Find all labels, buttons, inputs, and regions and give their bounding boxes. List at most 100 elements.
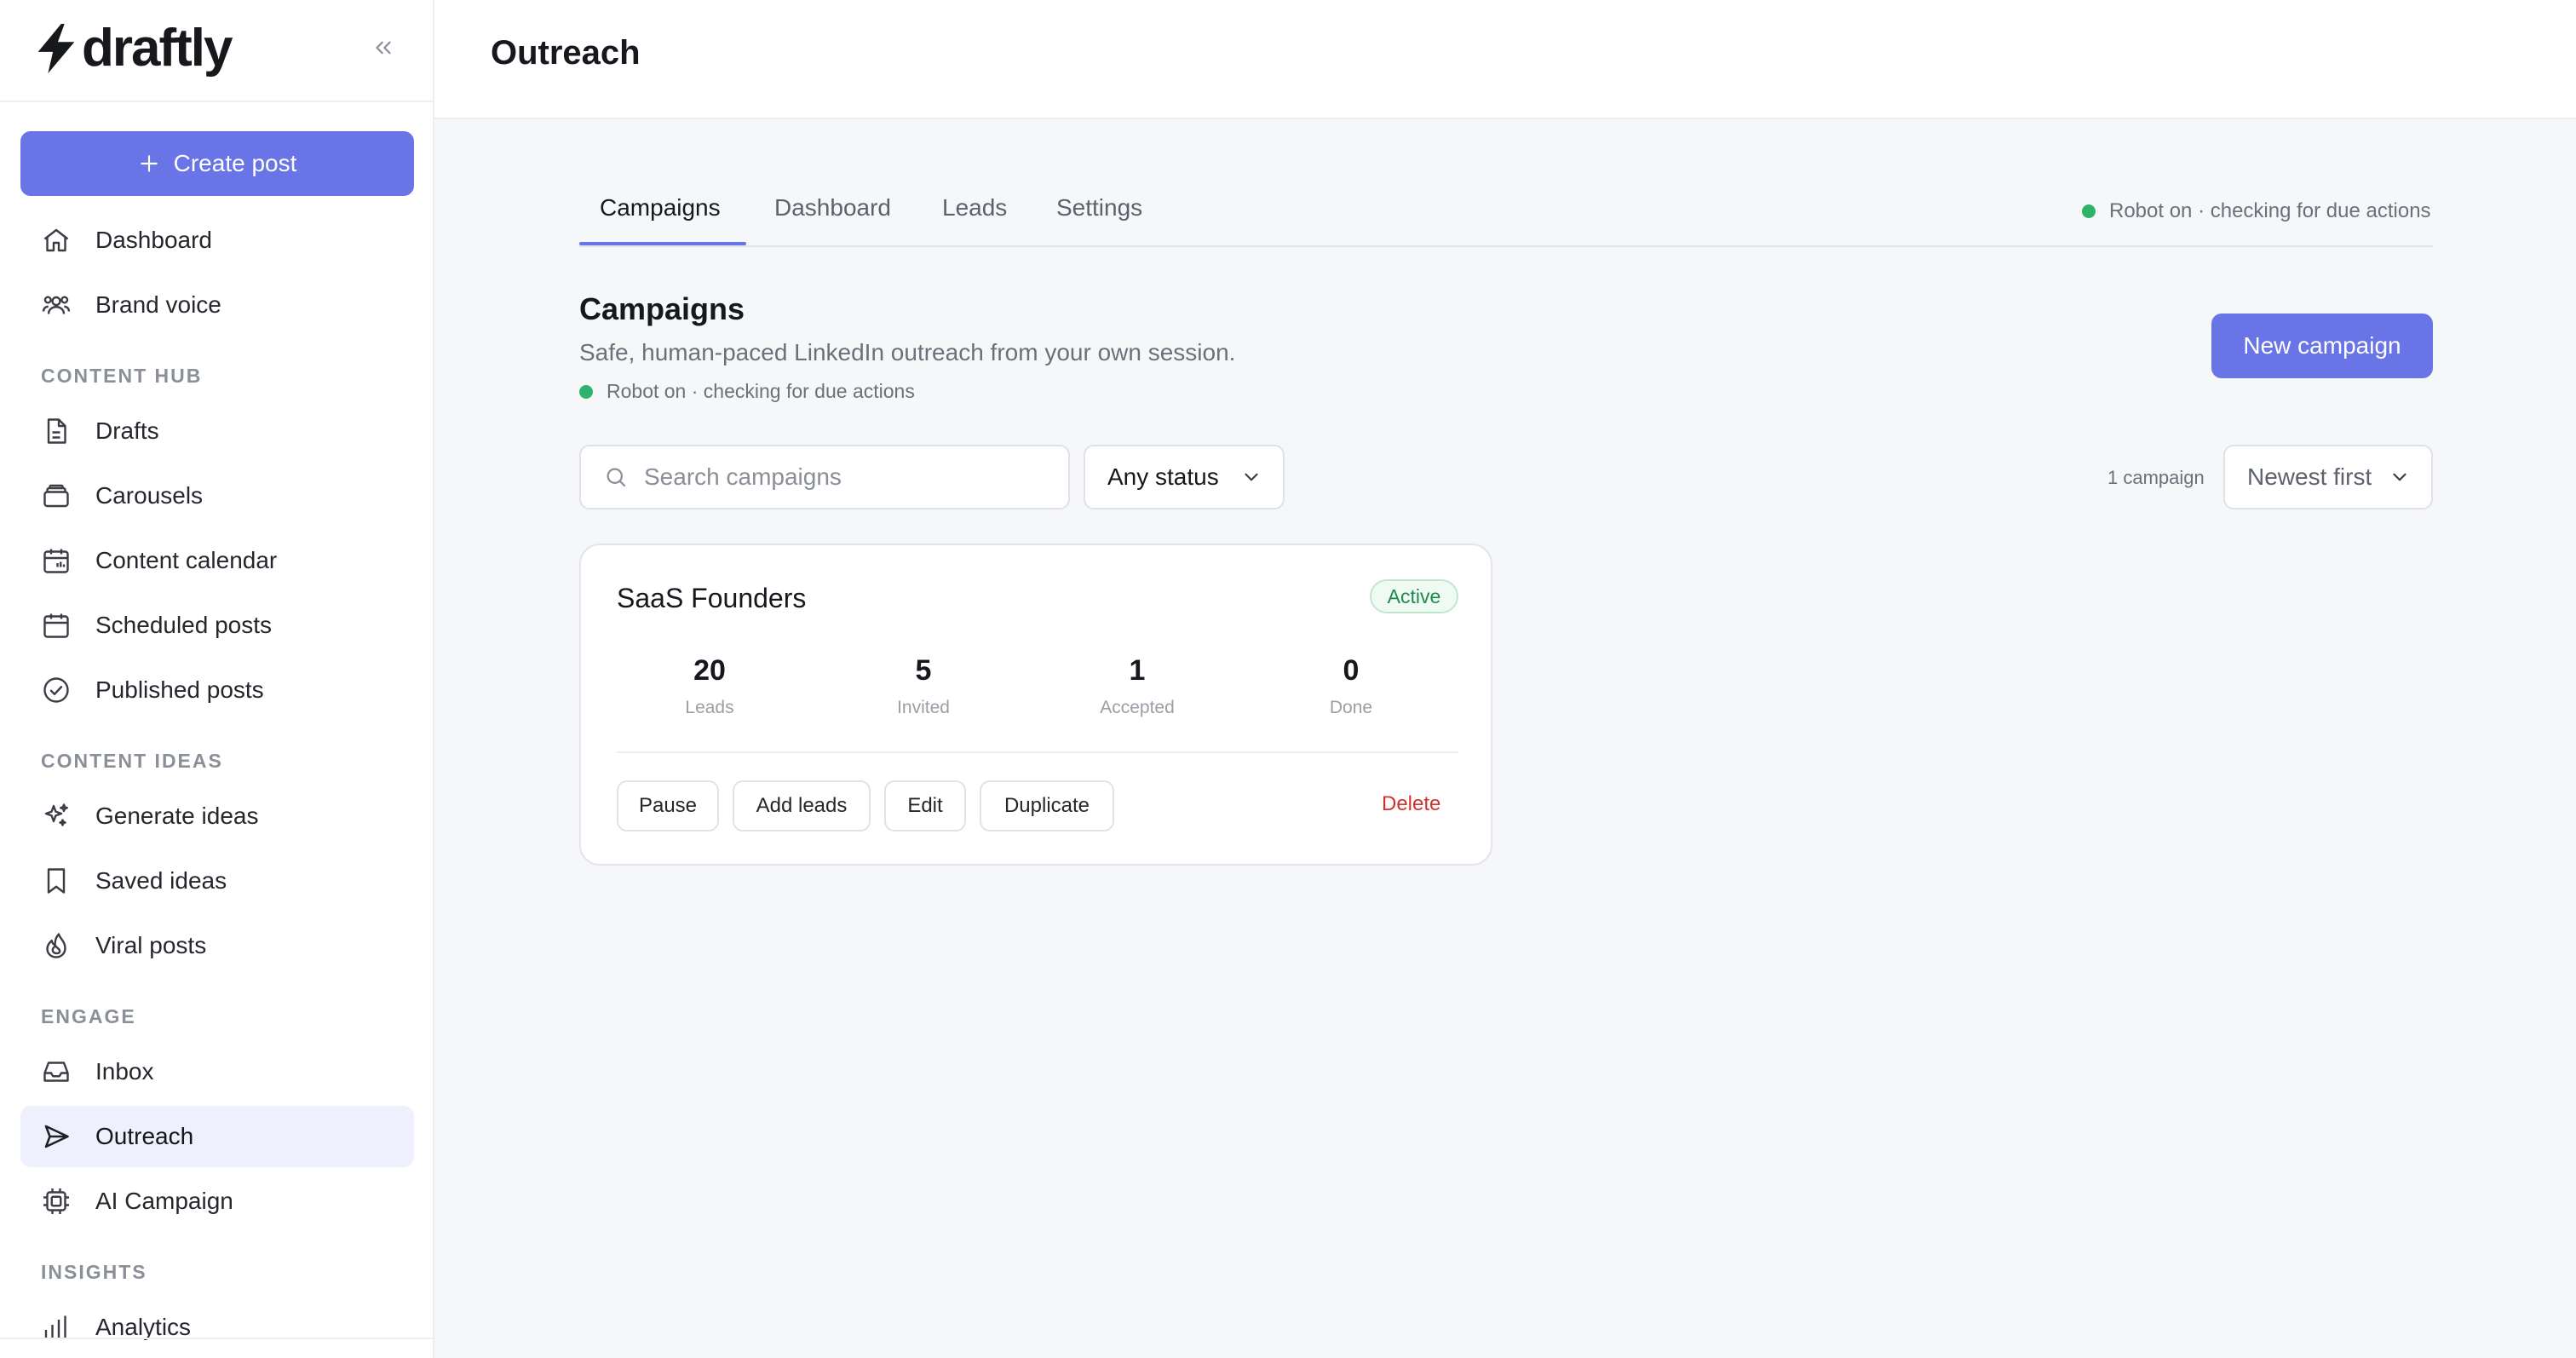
status-filter-value: Any status: [1107, 463, 1219, 490]
sidebar-item-generate-ideas[interactable]: Generate ideas: [20, 785, 414, 847]
stat-value: 20: [693, 654, 726, 687]
sidebar-item-label: Scheduled posts: [95, 612, 273, 638]
sidebar-item-carousels[interactable]: Carousels: [20, 465, 414, 527]
logo[interactable]: draftly: [32, 19, 233, 78]
section-label-content-hub: CONTENT HUB: [41, 365, 203, 387]
calendar-grid-icon: [39, 544, 73, 578]
search-icon: [607, 468, 626, 487]
section-label-content-ideas: CONTENT IDEAS: [41, 750, 223, 772]
sidebar-item-published-posts[interactable]: Published posts: [20, 659, 414, 721]
card-divider: [617, 751, 1458, 753]
campaign-name[interactable]: SaaS Founders: [617, 583, 806, 614]
search-campaigns-field[interactable]: [579, 445, 1070, 509]
top-header: Outreach: [434, 0, 2576, 119]
campaigns-heading: Campaigns: [579, 291, 745, 326]
sidebar-item-label: Drafts: [95, 417, 159, 444]
edit-button[interactable]: Edit: [884, 780, 966, 831]
stat-value: 1: [1129, 654, 1146, 687]
new-campaign-button[interactable]: New campaign: [2211, 314, 2433, 378]
tab-dashboard[interactable]: Dashboard: [774, 194, 891, 245]
sidebar-item-label: Saved ideas: [95, 867, 227, 894]
add-leads-button[interactable]: Add leads: [733, 780, 871, 831]
send-icon: [39, 1119, 73, 1154]
inbox-icon: [39, 1055, 73, 1089]
robot-status-text: Robot on · checking for due actions: [607, 380, 915, 402]
sidebar-item-ai-campaign[interactable]: AI Campaign: [20, 1171, 414, 1232]
stat-accepted: 1 Accepted: [1044, 654, 1231, 718]
robot-status: Robot on · checking for due actions: [2082, 199, 2431, 223]
document-icon: [39, 414, 73, 448]
sidebar-divider: [0, 1338, 433, 1339]
page-title: Outreach: [491, 34, 641, 72]
chevron-down-icon: [2393, 473, 2406, 481]
create-post-label: Create post: [173, 150, 297, 176]
sidebar-item-scheduled-posts[interactable]: Scheduled posts: [20, 595, 414, 656]
sidebar-item-brand-voice[interactable]: Brand voice: [20, 274, 414, 336]
stat-done: 0 Done: [1257, 654, 1445, 718]
section-label-engage: ENGAGE: [41, 1005, 136, 1027]
active-tab-indicator: [579, 242, 746, 245]
plus-icon: [140, 155, 158, 172]
sidebar-item-label: Generate ideas: [95, 803, 259, 829]
robot-status-text: Robot on · checking for due actions: [2109, 199, 2431, 222]
layers-icon: [39, 479, 73, 513]
check-circle-icon: [39, 673, 73, 707]
sidebar-item-content-calendar[interactable]: Content calendar: [20, 530, 414, 591]
home-icon: [39, 223, 73, 257]
search-input[interactable]: [644, 463, 1044, 491]
sidebar-item-label: AI Campaign: [95, 1188, 233, 1214]
bar-chart-icon: [39, 1310, 73, 1344]
lightning-bolt-icon: [37, 23, 75, 74]
tab-leads[interactable]: Leads: [942, 194, 1007, 245]
chevrons-left-icon: [376, 41, 391, 55]
bookmark-icon: [39, 864, 73, 898]
campaigns-subtitle: Safe, human-paced LinkedIn outreach from…: [579, 339, 1236, 365]
sparkles-icon: [39, 799, 73, 833]
chip-icon: [39, 1184, 73, 1218]
create-post-button[interactable]: Create post: [20, 131, 414, 196]
sidebar-item-dashboard[interactable]: Dashboard: [20, 210, 414, 271]
calendar-icon: [39, 608, 73, 642]
collapse-sidebar-button[interactable]: [368, 32, 399, 63]
sidebar-item-outreach[interactable]: Outreach: [20, 1106, 414, 1167]
chevron-down-icon: [1245, 473, 1258, 481]
tab-bar: Campaigns Dashboard Leads Settings Robot…: [579, 170, 2433, 247]
sidebar-item-label: Viral posts: [95, 932, 207, 958]
status-dot: [2082, 204, 2096, 218]
sort-select[interactable]: Newest first: [2223, 445, 2433, 509]
sidebar-item-label: Inbox: [95, 1058, 154, 1085]
sidebar-item-drafts[interactable]: Drafts: [20, 400, 414, 462]
stat-leads: 20 Leads: [616, 654, 803, 718]
stat-value: 5: [915, 654, 932, 687]
sidebar-item-analytics[interactable]: Analytics: [20, 1297, 414, 1358]
delete-button[interactable]: Delete: [1382, 792, 1440, 816]
stat-label: Accepted: [1100, 698, 1175, 717]
sidebar-item-label: Outreach: [95, 1123, 194, 1149]
campaign-card: SaaS Founders Active 20 Leads 5 Invited …: [579, 544, 1492, 866]
sidebar-item-label: Content calendar: [95, 547, 278, 573]
status-badge: Active: [1370, 579, 1458, 613]
stat-label: Leads: [685, 698, 734, 717]
sidebar-item-saved-ideas[interactable]: Saved ideas: [20, 850, 414, 912]
tab-settings[interactable]: Settings: [1056, 194, 1142, 245]
sidebar-item-viral-posts[interactable]: Viral posts: [20, 915, 414, 976]
tab-campaigns[interactable]: Campaigns: [600, 194, 721, 245]
section-label-insights: INSIGHTS: [41, 1261, 147, 1283]
campaign-count: 1 campaign: [2107, 467, 2205, 488]
status-filter-select[interactable]: Any status: [1084, 445, 1285, 509]
flame-icon: [39, 929, 73, 963]
status-dot: [579, 384, 593, 399]
robot-status-inline: Robot on · checking for due actions: [579, 380, 915, 403]
sidebar-item-label: Published posts: [95, 676, 264, 703]
logo-text: draftly: [82, 19, 233, 78]
sidebar-item-label: Dashboard: [95, 227, 212, 253]
stat-label: Done: [1329, 698, 1373, 717]
pause-button[interactable]: Pause: [617, 780, 719, 831]
stat-invited: 5 Invited: [830, 654, 1017, 718]
sidebar-item-inbox[interactable]: Inbox: [20, 1041, 414, 1102]
users-icon: [39, 288, 73, 322]
sidebar: draftly Create post Dashboard Brand voic…: [0, 0, 434, 1358]
sort-value: Newest first: [2247, 463, 2372, 490]
sidebar-item-label: Carousels: [95, 482, 204, 509]
duplicate-button[interactable]: Duplicate: [980, 780, 1114, 831]
